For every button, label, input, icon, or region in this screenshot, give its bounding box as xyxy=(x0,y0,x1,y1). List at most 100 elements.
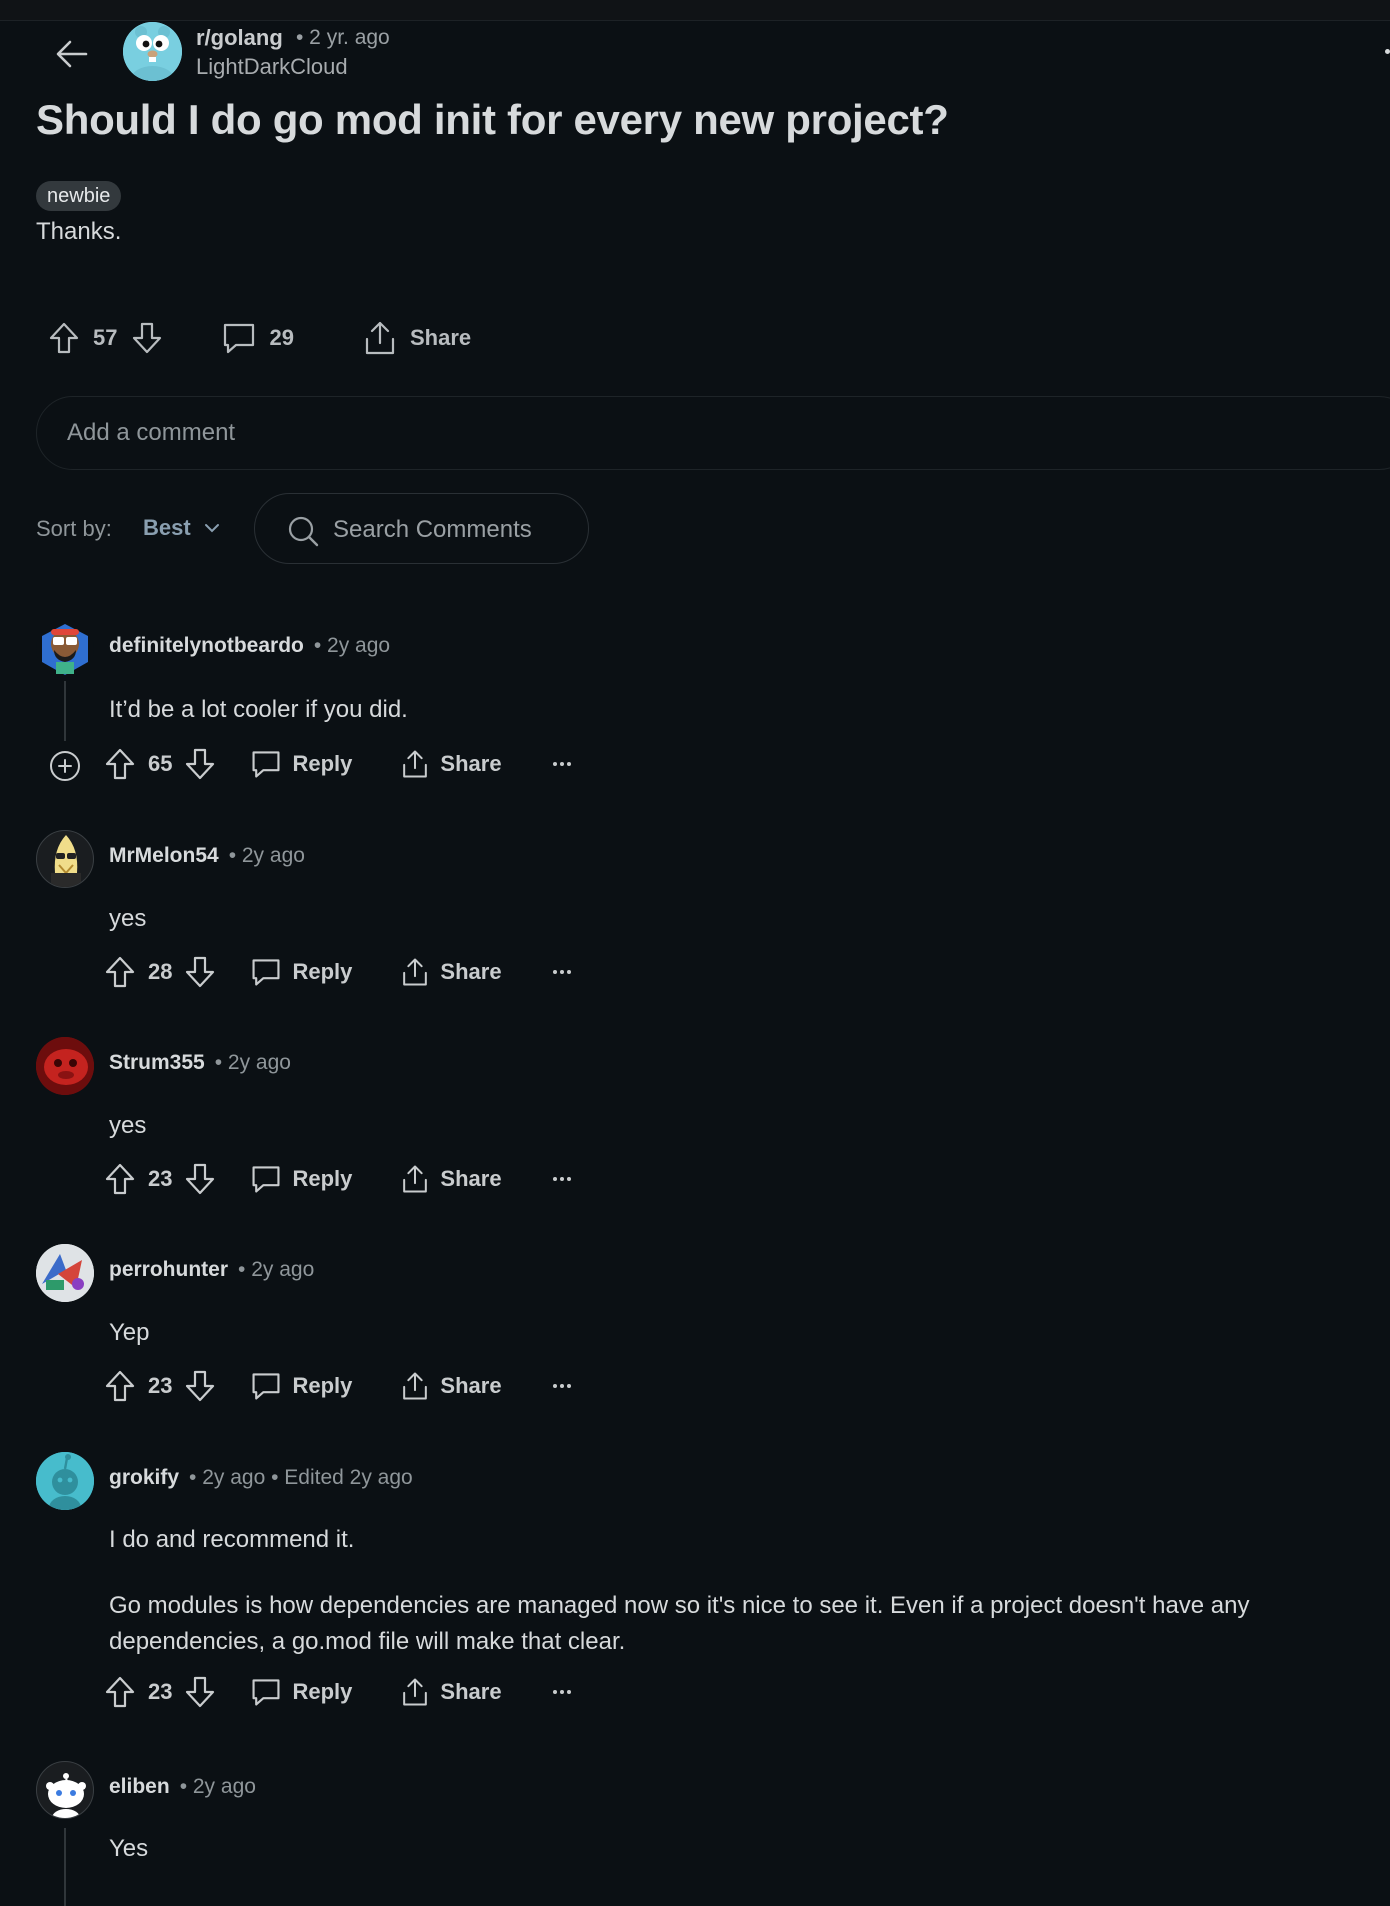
reply-label: Reply xyxy=(292,1373,353,1398)
comment: perrohunter • 2y ago Yep 23 Reply Share xyxy=(36,1244,1390,1414)
comment: eliben • 2y ago Yes xyxy=(36,1761,1390,1906)
comment-author[interactable]: definitelynotbeardo xyxy=(109,634,304,657)
share-label: Share xyxy=(440,751,502,776)
share-button[interactable]: Share xyxy=(400,1370,502,1402)
comment: Strum355 • 2y ago yes 23 Reply Share xyxy=(36,1037,1390,1207)
back-button[interactable] xyxy=(48,30,96,78)
reply-button[interactable]: Reply xyxy=(250,748,352,780)
post-body: Thanks. xyxy=(36,218,122,245)
comment-header: perrohunter • 2y ago xyxy=(109,1258,314,1282)
comment-icon xyxy=(250,956,282,988)
add-comment-input[interactable]: Add a comment xyxy=(36,396,1390,470)
share-label: Share xyxy=(440,1373,502,1398)
share-button[interactable]: Share xyxy=(400,1676,502,1708)
share-button[interactable]: Share xyxy=(400,956,502,988)
chevron-down-icon xyxy=(203,522,221,534)
upvote-icon[interactable] xyxy=(104,747,136,781)
upvote-icon[interactable] xyxy=(104,955,136,989)
add-comment-placeholder: Add a comment xyxy=(67,419,236,446)
share-icon xyxy=(400,1370,430,1402)
downvote-icon[interactable] xyxy=(184,1675,216,1709)
post-author[interactable]: LightDarkCloud xyxy=(196,54,348,80)
avatar[interactable] xyxy=(36,830,94,888)
more-options-icon[interactable] xyxy=(552,1383,572,1389)
sort-dropdown[interactable]: Best xyxy=(143,512,221,544)
comment-author[interactable]: MrMelon54 xyxy=(109,844,219,867)
back-arrow-icon xyxy=(52,34,92,74)
post-title: Should I do go mod init for every new pr… xyxy=(36,96,949,143)
comment-header: definitelynotbeardo • 2y ago xyxy=(109,634,390,658)
reply-label: Reply xyxy=(292,1679,353,1704)
more-options-icon[interactable] xyxy=(552,969,572,975)
comment-author[interactable]: grokify xyxy=(109,1466,179,1489)
post-time: • 2 yr. ago xyxy=(296,26,390,49)
comment-header: grokify • 2y ago • Edited 2y ago xyxy=(109,1466,413,1490)
avatar[interactable] xyxy=(36,1244,94,1302)
comment-vote-count: 23 xyxy=(148,1373,173,1398)
comment-vote-count: 65 xyxy=(148,751,173,776)
comment-header: eliben • 2y ago xyxy=(109,1775,256,1799)
comment-text: Go modules is how dependencies are manag… xyxy=(109,1592,1250,1655)
comment-icon xyxy=(250,1163,282,1195)
reply-label: Reply xyxy=(292,1166,353,1191)
share-label: Share xyxy=(440,1166,502,1191)
post-comments-button[interactable]: 29 xyxy=(221,320,294,356)
top-bar xyxy=(0,0,1390,21)
avatar[interactable] xyxy=(36,1037,94,1095)
post-comment-count: 29 xyxy=(269,325,294,350)
share-icon xyxy=(400,1163,430,1195)
downvote-icon[interactable] xyxy=(184,1162,216,1196)
comment-author[interactable]: Strum355 xyxy=(109,1051,205,1074)
share-button[interactable]: Share xyxy=(400,748,502,780)
post-share-label: Share xyxy=(409,325,472,350)
more-options-icon[interactable] xyxy=(552,1689,572,1695)
comment-author[interactable]: perrohunter xyxy=(109,1258,228,1281)
comment-text: I do and recommend it. xyxy=(109,1526,355,1553)
subreddit-name[interactable]: r/golang xyxy=(196,25,283,51)
sort-value: Best xyxy=(143,515,191,540)
downvote-icon[interactable] xyxy=(131,321,163,355)
comment-body: Yes xyxy=(109,1831,1390,1897)
comment-vote-count: 23 xyxy=(148,1679,173,1704)
subreddit-avatar[interactable] xyxy=(123,22,182,81)
share-icon xyxy=(362,319,398,357)
upvote-icon[interactable] xyxy=(104,1369,136,1403)
avatar[interactable] xyxy=(36,620,94,678)
search-icon xyxy=(287,515,319,547)
upvote-icon[interactable] xyxy=(104,1162,136,1196)
share-button[interactable]: Share xyxy=(400,1163,502,1195)
comment-body: I do and recommend it. Go modules is how… xyxy=(109,1522,1390,1690)
comment-actions: 28 Reply Share xyxy=(104,950,572,994)
more-options-icon[interactable] xyxy=(552,761,572,767)
avatar[interactable] xyxy=(36,1452,94,1510)
comment-text: Yes xyxy=(109,1835,149,1862)
comment-icon xyxy=(250,1676,282,1708)
upvote-icon[interactable] xyxy=(104,1675,136,1709)
comment-icon xyxy=(250,748,282,780)
downvote-icon[interactable] xyxy=(184,955,216,989)
reply-button[interactable]: Reply xyxy=(250,1676,352,1708)
downvote-icon[interactable] xyxy=(184,1369,216,1403)
search-comments-input[interactable]: Search Comments xyxy=(254,493,589,564)
comment-author[interactable]: eliben xyxy=(109,1775,170,1798)
reply-button[interactable]: Reply xyxy=(250,1163,352,1195)
comment: MrMelon54 • 2y ago yes 28 Reply Share xyxy=(36,830,1390,1000)
comment-vote-count: 23 xyxy=(148,1166,173,1191)
comment-meta: • 2y ago xyxy=(228,844,305,867)
avatar[interactable] xyxy=(36,1761,94,1819)
post-vote-count: 57 xyxy=(93,325,118,350)
post-share-button[interactable]: Share xyxy=(362,319,471,357)
reply-button[interactable]: Reply xyxy=(250,1370,352,1402)
upvote-icon[interactable] xyxy=(48,321,80,355)
sort-label: Sort by: xyxy=(36,516,112,541)
comment-meta: • 2y ago xyxy=(179,1775,256,1798)
reply-label: Reply xyxy=(292,751,353,776)
downvote-icon[interactable] xyxy=(184,747,216,781)
comment-header: Strum355 • 2y ago xyxy=(109,1051,291,1075)
comment-header: MrMelon54 • 2y ago xyxy=(109,844,305,868)
more-options-icon[interactable] xyxy=(552,1176,572,1182)
share-label: Share xyxy=(440,959,502,984)
reply-button[interactable]: Reply xyxy=(250,956,352,988)
post-flair[interactable]: newbie xyxy=(36,181,122,211)
share-icon xyxy=(400,748,430,780)
